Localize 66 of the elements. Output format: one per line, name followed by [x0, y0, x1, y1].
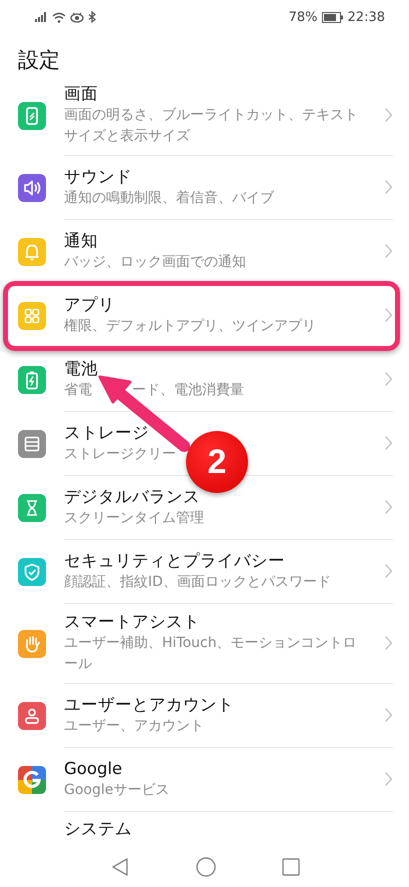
speaker-icon: [18, 174, 46, 202]
bell-icon: [18, 238, 46, 266]
setting-title: 電池: [64, 358, 98, 380]
chevron-right-icon: [384, 243, 393, 259]
storage-icon: [18, 430, 46, 458]
eye-icon: [70, 12, 84, 22]
setting-title: サウンド: [64, 166, 132, 188]
setting-description: 顔認証、指紋ID、画面ロックとパスワード: [64, 572, 331, 592]
setting-description: スクリーンタイム管理: [64, 508, 204, 528]
setting-description: 省電: [64, 380, 92, 400]
hourglass-icon: [18, 494, 46, 522]
chevron-right-icon: [384, 771, 393, 787]
clock-time: 22:38: [348, 10, 385, 24]
battery-percent: 78%: [288, 10, 318, 24]
chevron-right-icon: [384, 371, 393, 387]
setting-description: ユーザー補助、HiTouch、モーションコントロール: [64, 634, 358, 674]
setting-description: Googleサービス: [64, 780, 170, 800]
chevron-right-icon: [384, 499, 393, 515]
setting-description: ード、電池消費量: [132, 380, 244, 400]
chevron-right-icon: [384, 635, 393, 651]
battery-icon: [18, 366, 46, 394]
setting-title: ユーザーとアカウント: [64, 694, 234, 716]
phone-icon: [18, 102, 46, 130]
wifi-icon: [52, 12, 66, 22]
grid-icon: [18, 302, 46, 330]
settings-item[interactable]: ユーザーとアカウント ユーザー、アカウント: [0, 684, 409, 748]
home-icon[interactable]: [196, 857, 216, 877]
page-title: 設定: [18, 47, 60, 74]
setting-description: 権限、デフォルトアプリ、ツインアプリ: [64, 316, 316, 336]
bluetooth-icon: [88, 11, 97, 23]
back-icon[interactable]: [110, 857, 130, 877]
setting-description: 画面の明るさ、ブルーライトカット、テキストサイズと表示サイズ: [64, 106, 359, 146]
chevron-right-icon: [384, 107, 393, 123]
chevron-right-icon: [384, 707, 393, 723]
setting-title: システム: [64, 818, 132, 840]
person-icon: [18, 702, 46, 730]
chevron-right-icon: [384, 563, 393, 579]
settings-item[interactable]: セキュリティとプライバシー 顔認証、指紋ID、画面ロックとパスワード: [0, 540, 409, 604]
step-number-badge: 2: [186, 431, 248, 493]
setting-title: 画面: [64, 83, 98, 105]
settings-item[interactable]: Google Googleサービス: [0, 748, 409, 812]
battery-icon: [322, 12, 344, 22]
signal-icon: [34, 12, 48, 22]
setting-title: セキュリティとプライバシー: [64, 550, 285, 572]
setting-title: 通知: [64, 230, 98, 252]
settings-item[interactable]: スマートアシスト ユーザー補助、HiTouch、モーションコントロール: [0, 604, 409, 684]
setting-title: スマートアシスト: [64, 611, 200, 633]
setting-title: アプリ: [64, 294, 115, 316]
settings-item[interactable]: 画面 画面の明るさ、ブルーライトカット、テキストサイズと表示サイズ: [0, 76, 409, 156]
settings-item[interactable]: アプリ 権限、デフォルトアプリ、ツインアプリ: [0, 284, 409, 348]
chevron-right-icon: [384, 307, 393, 323]
settings-item[interactable]: サウンド 通知の鳴動制限、着信音、バイブ: [0, 156, 409, 220]
setting-title: Google: [64, 758, 122, 780]
chevron-right-icon: [384, 179, 393, 195]
shield-check-icon: [18, 558, 46, 586]
setting-description: ユーザー、アカウント: [64, 716, 204, 736]
setting-description: 通知の鳴動制限、着信音、バイブ: [64, 188, 274, 208]
setting-description: ストレージクリー: [64, 444, 176, 464]
hand-icon: [18, 630, 46, 658]
settings-item[interactable]: 通知 バッジ、ロック画面での通知: [0, 220, 409, 284]
recents-icon[interactable]: [282, 858, 300, 876]
chevron-right-icon: [384, 435, 393, 451]
setting-title: ストレージ: [64, 422, 149, 444]
settings-item[interactable]: システム: [0, 812, 409, 841]
g-logo-icon: [18, 766, 46, 794]
setting-description: バッジ、ロック画面での通知: [64, 252, 246, 272]
